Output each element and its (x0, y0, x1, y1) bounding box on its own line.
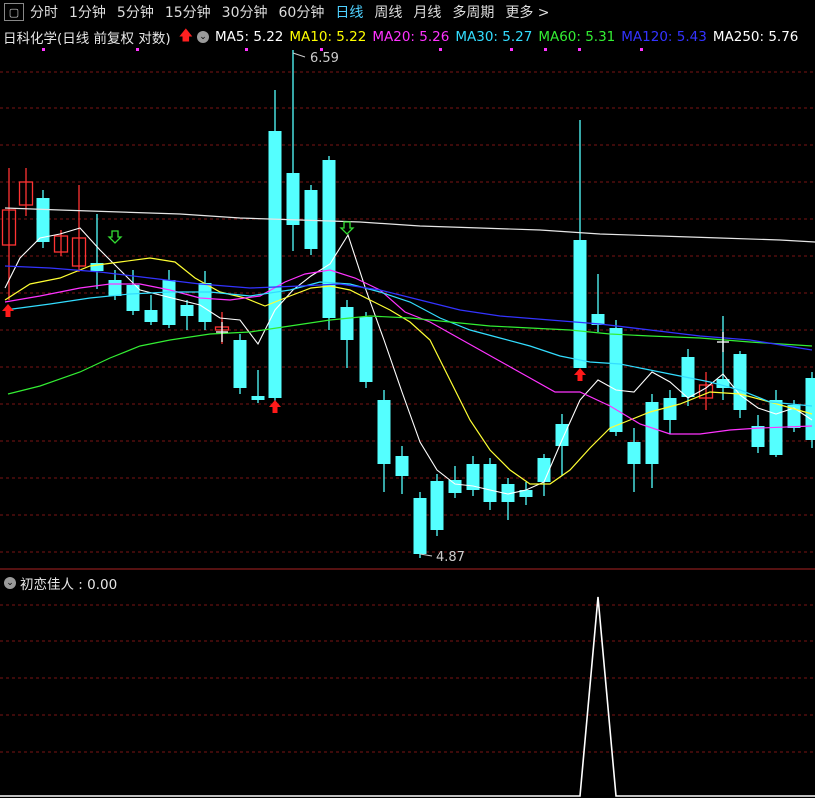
candlestick-chart[interactable]: 6.59 4.87 (0, 0, 815, 798)
marker-tick (245, 48, 248, 51)
candle-body-down (180, 305, 194, 316)
candle-body-down (733, 354, 747, 410)
high-marker-line (292, 52, 306, 58)
buy-signal-up-arrow-icon (269, 400, 281, 413)
dropdown-circle-icon[interactable]: ⌄ (4, 577, 16, 589)
candle-body-down (126, 285, 140, 311)
candle-body-down (555, 424, 569, 446)
candle-body-down (286, 173, 300, 225)
candle-body-down (268, 131, 282, 398)
marker-tick (510, 48, 513, 51)
candle-body-down (377, 400, 391, 464)
buy-signal-up-arrow-icon (2, 304, 14, 317)
candle-body-down (162, 280, 176, 325)
candle-body-down (609, 328, 623, 432)
candle-body-down (144, 310, 158, 322)
sub-indicator-line (0, 596, 815, 797)
candle-body-down (395, 456, 409, 476)
candle-body-down (483, 464, 497, 502)
marker-tick (439, 48, 442, 51)
marker-tick (136, 48, 139, 51)
marker-tick (640, 48, 643, 51)
buy-signal-up-arrow-icon (574, 368, 586, 381)
candle-body-down (340, 307, 354, 340)
candle-body-down (108, 280, 122, 296)
marker-tick (544, 48, 547, 51)
candle-body-down (805, 378, 815, 440)
candle-body-down (573, 240, 587, 368)
candle-body-down (251, 396, 265, 400)
candle-body-down (359, 317, 373, 382)
candle-body-down (448, 480, 462, 493)
sell-signal-down-arrow-icon (339, 221, 355, 235)
candle-body-down (627, 442, 641, 464)
high-price-label: 6.59 (310, 51, 339, 66)
sell-signal-down-arrow-icon (107, 230, 123, 244)
candle-body-down (198, 283, 212, 322)
candle-body-down (36, 198, 50, 242)
candle-body-down (663, 398, 677, 420)
sub-indicator-label: 初恋佳人 : 0.00 (20, 577, 118, 593)
marker-tick (42, 48, 45, 51)
candle-body-down (413, 498, 427, 554)
low-marker-line (419, 553, 433, 557)
marker-tick (578, 48, 581, 51)
sub-indicator-bar: ⌄ 初恋佳人 : 0.00 (4, 574, 118, 593)
low-price-label: 4.87 (436, 550, 465, 565)
candle-body-down (751, 426, 765, 447)
candle-body-down (430, 481, 444, 530)
ma250-line (4, 207, 815, 243)
candle-body-down (322, 160, 336, 318)
candle-body-down (233, 340, 247, 388)
candle-body-down (304, 190, 318, 249)
